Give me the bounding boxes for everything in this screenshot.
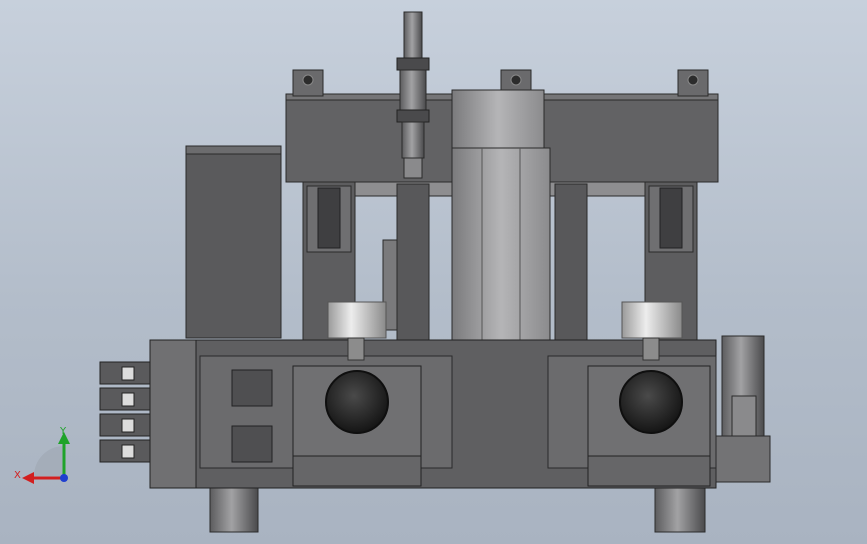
connector-3	[99, 413, 151, 437]
connector-2	[99, 387, 151, 411]
cad-model-drawing: Y X	[14, 11, 771, 533]
top-bracket-left	[292, 69, 324, 97]
connector-1	[99, 361, 151, 385]
connector-4	[99, 439, 151, 463]
left-enclosure	[185, 145, 282, 339]
inner-guide-right	[554, 183, 588, 341]
x-axis-label: X	[14, 470, 21, 481]
top-rod-sensor	[396, 11, 430, 179]
right-side-cylinder	[715, 335, 771, 483]
coordinate-triad: Y X	[14, 426, 70, 484]
y-axis-label: Y	[59, 426, 67, 437]
connector-stack	[99, 361, 151, 463]
triad-plane-icon	[34, 446, 64, 476]
inner-guide-left	[382, 183, 430, 341]
z-axis-dot-icon	[60, 474, 68, 482]
top-bracket-right	[677, 69, 709, 97]
cad-viewport[interactable]: Y X	[0, 0, 867, 544]
